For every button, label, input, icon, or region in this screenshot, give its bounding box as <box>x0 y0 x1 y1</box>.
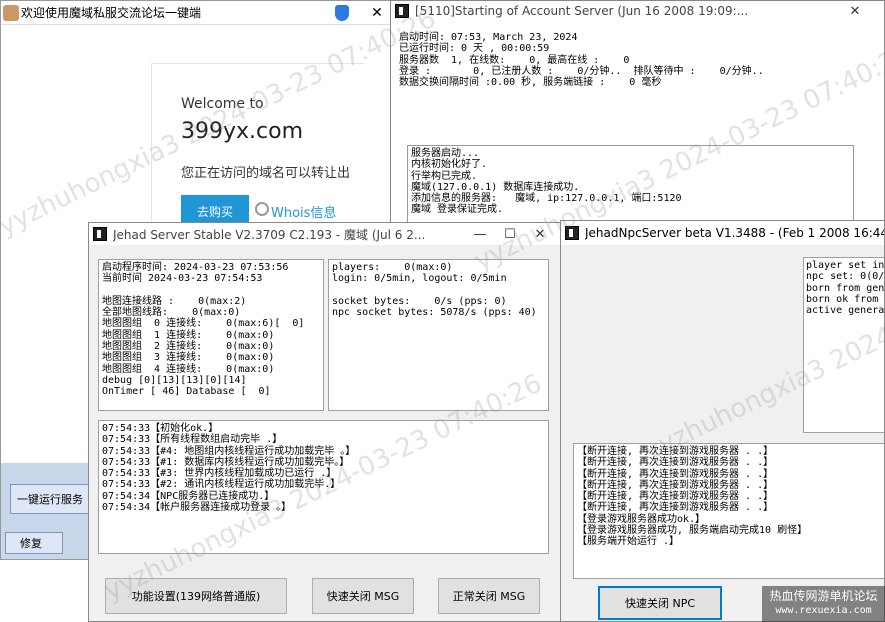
run-server-button[interactable]: 一键运行服务 <box>10 484 96 514</box>
log-line: 07:54:33【#3: 世界内核线程加载成功已运行 .】 <box>102 468 337 480</box>
search-icon <box>255 202 269 216</box>
stat-line: 启动程序时间: 2024-03-23 07:53:56 <box>102 262 289 273</box>
game-server-stats-left: 启动程序时间: 2024-03-23 07:53:56 当前时间 2024-03… <box>98 259 324 411</box>
log-line: 行举构已完成. <box>411 170 478 182</box>
minimize-icon[interactable]: — <box>465 227 495 242</box>
stat-line: 地图图组 1 连接线: 0(max:0) <box>102 329 275 341</box>
stat-line: active generat <box>806 305 885 317</box>
info-line: 数据交换间隔时间 :0.00 秒, 服务端链接 : 0 毫秒 <box>399 77 662 89</box>
quick-close-msg-button[interactable]: 快速关闭 MSG <box>312 578 414 614</box>
account-server-info: 启动时间: 07:53, March 23, 2024 已运行时间: 0 天 ,… <box>399 32 764 88</box>
game-server-titlebar[interactable]: Jehad Server Stable V2.3709 C2.193 - 魔域 … <box>89 223 561 245</box>
corner-site-logo: 热血传网游单机论坛 www.rexuexia.com <box>762 586 885 622</box>
log-line: 【服务端开始运行 .】 <box>577 536 680 548</box>
game-server-stats-right: players: 0(max:0) login: 0/5min, logout:… <box>328 259 549 411</box>
stat-line: 地图图组 3 连接线: 0(max:0) <box>102 352 275 364</box>
log-line: 07:54:33【所有线程数组启动完毕 .】 <box>102 434 283 446</box>
log-line: 服务器启动... <box>411 148 480 159</box>
stat-line: 地图图组 2 连接线: 0(max:0) <box>102 341 275 353</box>
shield-icon[interactable] <box>335 4 349 21</box>
corner-site-name: 热血传网游单机论坛 <box>769 589 878 603</box>
stat-line: npc socket bytes: 5078/s (pps: 40) <box>332 307 537 319</box>
close-icon[interactable]: ✕ <box>363 5 391 21</box>
repair-button[interactable]: 修复 <box>5 532 63 554</box>
stat-line: player set in <box>806 260 885 271</box>
log-line: 07:54:33【#1: 数据库内核线程运行成功加载完毕。】 <box>102 456 350 468</box>
game-server-window: Jehad Server Stable V2.3709 C2.193 - 魔域 … <box>88 222 562 622</box>
log-line: 07:54:33【#4: 地图组内核线程运行成功加载完毕 。】 <box>102 445 356 457</box>
log-line: 魔域(127.0.0.1) 数据库连接成功. <box>411 181 580 193</box>
log-line: 07:54:33【初始化ok.】 <box>102 423 219 434</box>
game-server-log[interactable]: 07:54:33【初始化ok.】 07:54:33【所有线程数组启动完毕 .】 … <box>98 420 549 554</box>
normal-close-msg-button[interactable]: 正常关闭 MSG <box>438 578 540 614</box>
stat-line: 地图图组 0 连接线: 0(max:6)[ 0] <box>102 318 305 330</box>
corner-site-url: www.rexuexia.com <box>775 605 872 616</box>
stat-line: debug [0][13][13][0][14] <box>102 374 247 386</box>
log-line: 添加信息的服务器: 魔域, ip:127.0.0.1, 端口:5120 <box>411 193 682 205</box>
domain-name: 399yx.com <box>181 119 304 144</box>
transfer-notice: 您正在访问的域名可以转让出 <box>181 166 351 181</box>
app-icon <box>395 4 409 18</box>
stat-line: 地图连接线路 : 0(max:2) <box>102 295 247 307</box>
account-server-titlebar[interactable]: [5110]Starting of Account Server (Jun 16… <box>391 1 884 21</box>
quick-close-npc-button[interactable]: 快速关闭 NPC <box>598 586 722 620</box>
stat-line: born from gene <box>806 282 885 294</box>
settings-button[interactable]: 功能设置(139网络普通版) <box>105 578 287 614</box>
stat-line <box>332 285 545 296</box>
log-line: 魔域 登录保证完成. <box>411 204 504 216</box>
welcome-text: Welcome to <box>181 96 264 112</box>
account-server-log[interactable]: 服务器启动... 内核初始化好了. 行举构已完成. 魔域(127.0.0.1) … <box>407 145 854 229</box>
log-line: 【断开连接, 再次连接到游戏服务器 . .】 <box>577 502 774 514</box>
app-icon <box>565 226 579 240</box>
game-server-title: Jehad Server Stable V2.3709 C2.193 - 魔域 … <box>113 227 426 242</box>
stat-line: players: 0(max:0) <box>332 262 453 273</box>
whois-link[interactable]: Whois信息 <box>271 202 336 221</box>
browser-title: 欢迎使用魔域私服交流论坛一键端 <box>21 6 202 20</box>
npc-server-title: JehadNpcServer beta V1.3488 - (Feb 1 200… <box>585 226 884 240</box>
log-line: 内核初始化好了. <box>411 159 488 171</box>
log-line: 07:54:34【帐户服务器连接成功登录 。】 <box>102 502 292 514</box>
stat-line: login: 0/5min, logout: 0/5min <box>332 273 507 285</box>
maximize-icon[interactable]: ☐ <box>495 227 525 242</box>
log-line: 【登录游戏服务器成功ok.】 <box>577 513 706 525</box>
log-line: 【断开连接, 再次连接到游戏服务器 . .】 <box>577 446 774 457</box>
account-server-window: [5110]Starting of Account Server (Jun 16… <box>390 0 885 232</box>
close-icon[interactable]: ✕ <box>840 4 870 19</box>
npc-server-log[interactable]: 【断开连接, 再次连接到游戏服务器 . .】 【断开连接, 再次连接到游戏服务器… <box>573 443 884 579</box>
info-line: 已运行时间: 0 天 , 00:00:59 <box>399 43 550 55</box>
stat-line: born ok from g <box>806 293 885 305</box>
close-icon[interactable]: ✕ <box>525 227 555 242</box>
log-line: 【断开连接, 再次连接到游戏服务器 . .】 <box>577 491 774 503</box>
stat-line: OnTimer [ 46] Database [ 0] <box>102 386 271 398</box>
npc-server-window: JehadNpcServer beta V1.3488 - (Feb 1 200… <box>560 220 885 622</box>
info-line: 启动时间: 07:53, March 23, 2024 <box>399 32 578 43</box>
stat-line: npc set: 0(0/4 <box>806 271 885 283</box>
log-line: 07:54:33【#2: 通讯内核线程运行成功加载完毕.】 <box>102 479 341 491</box>
log-line: 07:54:34【NPC服务器已连接成功.】 <box>102 490 275 502</box>
app-icon <box>93 227 107 241</box>
account-server-title: [5110]Starting of Account Server (Jun 16… <box>415 4 749 18</box>
info-line: 登录 : 0, 已注册人数 : 0/分钟.. 排队等待中 : 0/分钟.. <box>399 65 764 77</box>
stat-line: 地图图组 4 连接线: 0(max:0) <box>102 363 275 375</box>
app-avatar-icon <box>3 4 19 21</box>
browser-titlebar[interactable]: 欢迎使用魔域私服交流论坛一键端 ✕ <box>1 1 391 25</box>
npc-server-titlebar[interactable]: JehadNpcServer beta V1.3488 - (Feb 1 200… <box>561 221 884 245</box>
stat-line: 全部地图线路: 0(max:0) <box>102 307 241 319</box>
log-line: 【断开连接, 再次连接到游戏服务器 . .】 <box>577 468 774 480</box>
info-line: 服务器数 1, 在线数: 0, 最高在线 : 0 <box>399 54 630 66</box>
stat-line: 当前时间 2024-03-23 07:54:53 <box>102 273 263 285</box>
stat-line: socket bytes: 0/s (pps: 0) <box>332 295 507 307</box>
log-line: 【断开连接, 再次连接到游戏服务器 . .】 <box>577 479 774 491</box>
npc-server-stats: player set in npc set: 0(0/4 born from g… <box>803 257 885 433</box>
log-line: 【断开连接, 再次连接到游戏服务器 . .】 <box>577 457 774 469</box>
log-line: 【登录游戏服务器成功, 服务端启动完成10 刷怪】 <box>577 525 808 537</box>
stat-line <box>102 285 320 296</box>
